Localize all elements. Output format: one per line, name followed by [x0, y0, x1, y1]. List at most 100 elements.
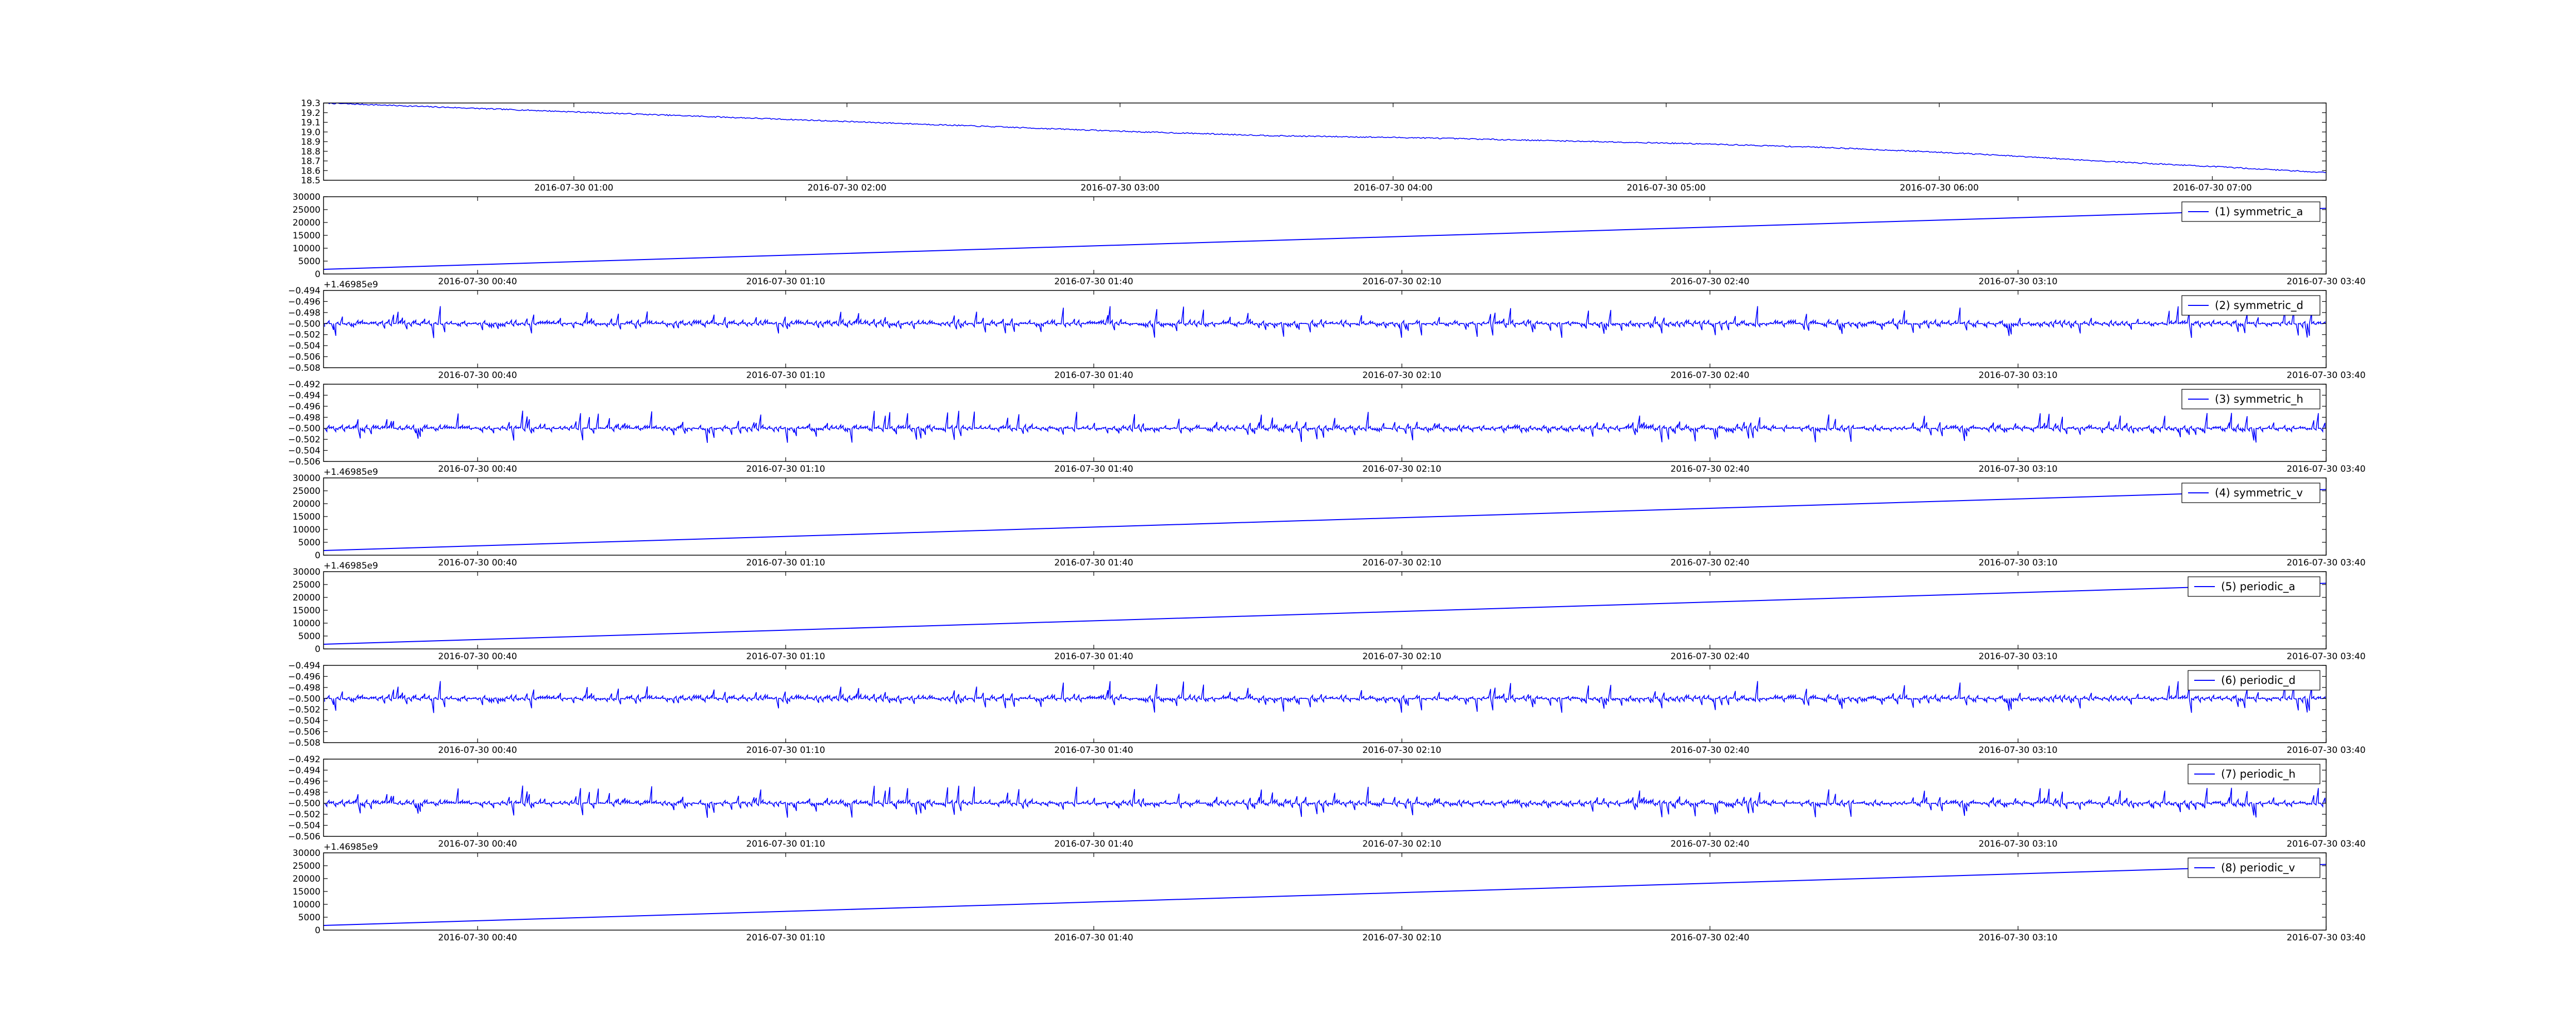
y-tick-label: 10000 [293, 619, 320, 629]
y-tick-label: −0.502 [288, 435, 320, 445]
x-tick-label: 2016-07-30 01:40 [1054, 370, 1133, 381]
y-tick-label: 15000 [293, 887, 320, 897]
y-tick-label: 5000 [298, 913, 320, 923]
y-tick-label: 0 [315, 551, 320, 561]
x-tick-label: 2016-07-30 01:10 [746, 839, 825, 849]
series-bars [324, 306, 2326, 338]
x-tick-label: 2016-07-30 03:10 [1978, 370, 2057, 381]
x-tick-label: 2016-07-30 01:40 [1054, 839, 1133, 849]
x-tick-label: 2016-07-30 03:00 [1080, 183, 1159, 193]
subplot-1: 19.319.219.119.018.918.818.718.618.5 2016… [301, 98, 2327, 193]
subplot-2: 30000 25000 20000 15000 10000 5000 0 2016-07-30… [293, 192, 2366, 290]
x-tick-label: 2016-07-30 01:10 [746, 277, 825, 287]
x-tick-label: 2016-07-30 00:40 [438, 839, 517, 849]
x-tick-label: 2016-07-30 03:40 [2286, 370, 2365, 381]
plot-area [324, 864, 2326, 926]
plot-area [324, 103, 2326, 174]
y-tick-label: −0.498 [288, 683, 320, 693]
x-tick-label: 2016-07-30 03:10 [1978, 558, 2057, 568]
y-tick-label: 18.9 [301, 137, 320, 147]
subplot-4: −0.492−0.494−0.496−0.498−0.500−0.502−0.5… [288, 380, 2366, 477]
x-tick-label: 2016-07-30 00:40 [438, 370, 517, 381]
y-tick-label: −0.496 [288, 402, 320, 412]
x-tick-label: 2016-07-30 01:10 [746, 464, 825, 474]
y-tick-label: −0.506 [288, 352, 320, 363]
series-line [324, 103, 2326, 174]
y-tick-label: 18.7 [301, 157, 320, 167]
x-tick-label: 2016-07-30 02:10 [1362, 651, 1441, 662]
x-tick-label: 2016-07-30 00:40 [438, 933, 517, 943]
axes-frame [323, 290, 2327, 368]
y-tick-label: 10000 [293, 900, 320, 910]
y-tick-label: 30000 [293, 848, 320, 859]
x-tick-label: 2016-07-30 02:10 [1362, 277, 1441, 287]
y-tick-label: −0.496 [288, 297, 320, 307]
y-tick-label: −0.494 [288, 661, 320, 671]
plot-area [324, 410, 2326, 443]
x-tick-label: 2016-07-30 03:40 [2286, 933, 2365, 943]
y-tick-label: −0.508 [288, 363, 320, 373]
y-tick-label: −0.502 [288, 330, 320, 340]
y-tick-label: −0.506 [288, 457, 320, 467]
x-tick-label: 2016-07-30 03:10 [1978, 464, 2057, 474]
series-line [324, 582, 2326, 645]
y-tick-label: −0.500 [288, 694, 320, 704]
x-tick-label: 2016-07-30 02:40 [1670, 277, 1749, 287]
series-line [324, 208, 2326, 270]
x-tick-label: 2016-07-30 01:40 [1054, 745, 1133, 756]
legend: (6) periodic_d [2188, 670, 2320, 691]
plot-area [324, 582, 2326, 645]
x-tick-label: 2016-07-30 01:10 [746, 745, 825, 756]
figure: 19.319.219.119.018.918.818.718.618.5 2016… [288, 98, 2366, 943]
x-tick-label: 2016-07-30 02:40 [1670, 839, 1749, 849]
axes-frame [323, 759, 2327, 837]
legend-label: (3) symmetric_h [2215, 393, 2303, 406]
subplot-9: 30000 25000 20000 15000 10000 5000 0 2016-07-30… [293, 848, 2366, 943]
y-tick-label: −0.506 [288, 832, 320, 842]
legend: (5) periodic_a [2188, 576, 2320, 597]
x-tick-label: 2016-07-30 02:40 [1670, 558, 1749, 568]
y-tick-label: 15000 [293, 231, 320, 241]
x-offset-label: +1.46985e9 [324, 467, 378, 477]
y-tick-label: 0 [315, 644, 320, 655]
y-tick-label: 19.3 [301, 98, 320, 109]
y-tick-label: 20000 [293, 593, 320, 603]
x-tick-label: 2016-07-30 02:00 [807, 183, 886, 193]
plot-area [324, 785, 2326, 818]
axes-frame [323, 384, 2327, 462]
series-line [324, 489, 2326, 551]
legend: (7) periodic_h [2188, 764, 2320, 784]
x-offset-label: +1.46985e9 [324, 280, 378, 290]
subplot-5: 30000 25000 20000 15000 10000 5000 0 2016-07-30… [293, 473, 2366, 571]
y-tick-label: −0.500 [288, 799, 320, 809]
y-tick-label: 18.8 [301, 147, 320, 157]
plot-area [324, 489, 2326, 551]
x-tick-label: 2016-07-30 02:10 [1362, 933, 1441, 943]
y-tick-label: 25000 [293, 205, 320, 215]
y-tick-label: 25000 [293, 580, 320, 590]
y-tick-label: 10000 [293, 525, 320, 535]
y-tick-label: −0.496 [288, 777, 320, 787]
x-tick-label: 2016-07-30 02:40 [1670, 651, 1749, 662]
x-tick-label: 2016-07-30 00:40 [438, 558, 517, 568]
y-tick-label: −0.504 [288, 341, 320, 351]
legend-label: (6) periodic_d [2221, 674, 2296, 687]
series-bars [324, 785, 2326, 818]
x-tick-label: 2016-07-30 01:10 [746, 558, 825, 568]
x-tick-label: 2016-07-30 02:40 [1670, 745, 1749, 756]
subplot-3: −0.494−0.496−0.498−0.500−0.502−0.504−0.5… [288, 286, 2366, 381]
axes-frame [323, 665, 2327, 743]
y-tick-label: 18.5 [301, 176, 320, 186]
subplot-8: −0.492−0.494−0.496−0.498−0.500−0.502−0.5… [288, 754, 2366, 852]
y-tick-label: 5000 [298, 256, 320, 267]
x-tick-label: 2016-07-30 01:10 [746, 651, 825, 662]
x-tick-label: 2016-07-30 01:10 [746, 933, 825, 943]
x-tick-label: 2016-07-30 03:40 [2286, 651, 2365, 662]
y-tick-label: −0.504 [288, 446, 320, 456]
x-tick-label: 2016-07-30 03:10 [1978, 277, 2057, 287]
y-tick-label: 19.0 [301, 127, 320, 138]
x-tick-label: 2016-07-30 03:40 [2286, 277, 2365, 287]
x-tick-label: 2016-07-30 02:10 [1362, 839, 1441, 849]
legend-label: (7) periodic_h [2221, 768, 2296, 781]
y-tick-label: 0 [315, 269, 320, 280]
